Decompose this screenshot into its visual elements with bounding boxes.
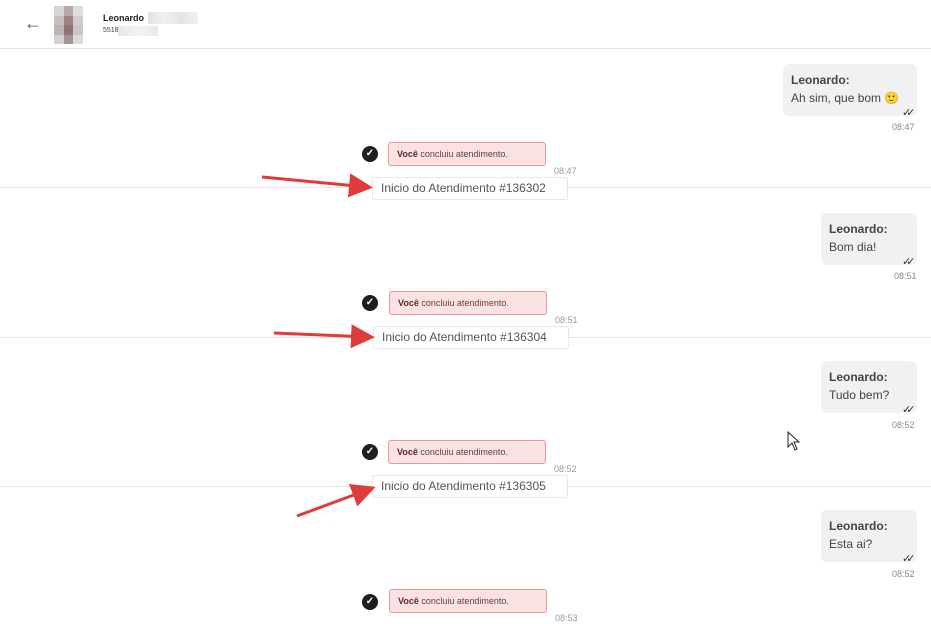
concluded-badge: Você concluiu atendimento. <box>389 291 547 315</box>
annotation-arrow <box>261 173 373 198</box>
message-text: Bom dia! <box>829 240 877 254</box>
event-time: 08:51 <box>555 315 578 325</box>
message-text: Esta ai? <box>829 537 873 551</box>
event-time: 08:52 <box>554 464 577 474</box>
back-arrow-icon[interactable]: ← <box>22 12 44 34</box>
message-sender: Leonardo: <box>791 73 850 87</box>
session-start-label: Inicio do Atendimento #136302 <box>372 177 568 200</box>
check-circle-icon: ✓ <box>362 594 378 610</box>
message-time: 08:47 <box>892 122 915 132</box>
message-text: Tudo bem? <box>829 388 890 402</box>
annotation-arrow <box>296 483 376 518</box>
contact-phone: 5518 <box>103 27 119 34</box>
chat-header: ← Leonardo 5518 <box>0 0 931 49</box>
double-check-icon: ✓✓ <box>902 256 916 268</box>
concluded-actor: Você <box>398 298 419 308</box>
concluded-badge: Você concluiu atendimento. <box>388 440 546 464</box>
concluded-actor: Você <box>397 149 418 159</box>
event-time: 08:53 <box>555 613 578 623</box>
concluded-actor: Você <box>398 596 419 606</box>
message-sender: Leonardo: <box>829 519 888 533</box>
check-circle-icon: ✓ <box>362 444 378 460</box>
double-check-icon: ✓✓ <box>902 404 916 416</box>
message-time: 08:52 <box>892 420 915 430</box>
concluded-badge: Você concluiu atendimento. <box>388 142 546 166</box>
message-sender: Leonardo: <box>829 370 888 384</box>
message-bubble: Leonardo: Ah sim, que bom 🙂 <box>783 64 917 116</box>
concluded-action: concluiu atendimento. <box>421 298 509 308</box>
concluded-action: concluiu atendimento. <box>420 149 508 159</box>
message-time: 08:52 <box>892 569 915 579</box>
contact-name-redacted <box>148 12 198 24</box>
concluded-action: concluiu atendimento. <box>421 596 509 606</box>
message-time: 08:51 <box>894 271 917 281</box>
contact-name: Leonardo <box>103 13 145 23</box>
session-start-label: Inicio do Atendimento #136304 <box>373 326 569 349</box>
concluded-action: concluiu atendimento. <box>420 447 508 457</box>
message-sender: Leonardo: <box>829 222 888 236</box>
event-time: 08:47 <box>554 166 577 176</box>
mouse-cursor-icon <box>787 431 801 451</box>
concluded-actor: Você <box>397 447 418 457</box>
contact-phone-redacted <box>118 26 158 36</box>
concluded-badge: Você concluiu atendimento. <box>389 589 547 613</box>
avatar[interactable] <box>54 6 83 44</box>
message-text: Ah sim, que bom 🙂 <box>791 91 900 105</box>
double-check-icon: ✓✓ <box>902 107 916 119</box>
check-circle-icon: ✓ <box>362 295 378 311</box>
check-circle-icon: ✓ <box>362 146 378 162</box>
session-start-label: Inicio do Atendimento #136305 <box>372 475 568 498</box>
double-check-icon: ✓✓ <box>902 553 916 565</box>
